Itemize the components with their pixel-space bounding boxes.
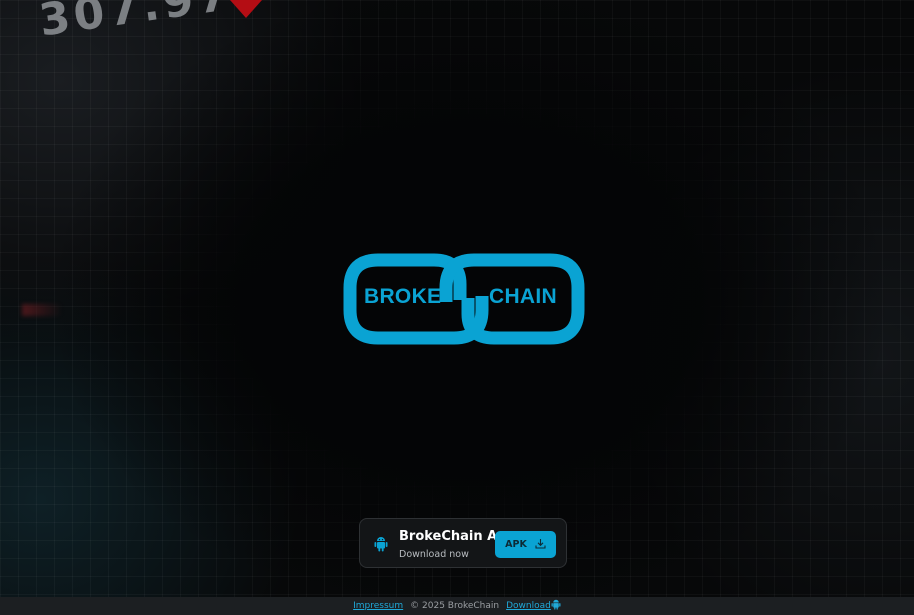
- background-red-glow: [22, 304, 62, 316]
- brokechain-logo: BROKE CHAIN: [342, 252, 586, 346]
- copyright-text: © 2025 BrokeChain: [410, 601, 500, 611]
- apk-download-button[interactable]: APK: [495, 531, 556, 558]
- background-down-triangle: [230, 0, 262, 18]
- download-icon: [535, 538, 546, 552]
- android-icon: [374, 536, 388, 556]
- app-subtitle: Download now: [399, 549, 469, 560]
- android-icon: [551, 599, 561, 613]
- impressum-link[interactable]: Impressum: [353, 601, 403, 611]
- apk-button-label: APK: [505, 539, 527, 550]
- footer-download-link[interactable]: Download: [506, 599, 561, 613]
- logo-text-chain: CHAIN: [489, 285, 557, 308]
- footer: Impressum © 2025 BrokeChain Download: [0, 597, 914, 615]
- logo-text-broke: BROKE: [364, 285, 442, 308]
- app-download-card: BrokeChain App Download now APK: [359, 518, 567, 568]
- footer-download-label: Download: [506, 601, 551, 611]
